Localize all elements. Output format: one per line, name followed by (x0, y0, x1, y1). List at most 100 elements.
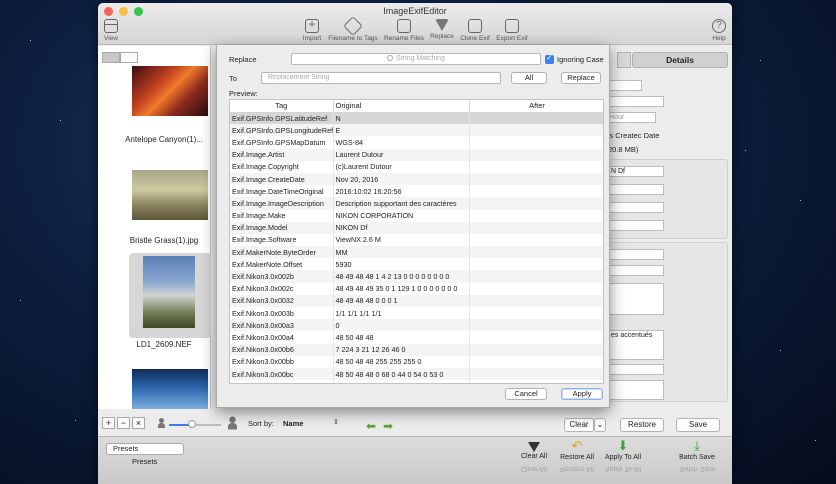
replace-button[interactable]: Replace (561, 72, 601, 84)
replace-label: Replace (229, 55, 257, 64)
help-button[interactable]: Help (710, 19, 728, 42)
search-icon (387, 55, 394, 61)
view-mode-toggle (102, 52, 138, 63)
clear-button[interactable]: Clear (564, 418, 594, 432)
restore-all-button[interactable]: ↶ Restore All (557, 439, 597, 462)
table-row[interactable]: Exif.MakerNote.Offset 5930 (230, 258, 603, 271)
previous-arrow-icon[interactable]: ⬅ (364, 420, 378, 432)
table-row[interactable]: Exif.Nikon3.0x00bd0 (230, 380, 603, 383)
cell-tag: Exif.Nikon3.0x00bc (230, 367, 334, 381)
cell-tag: Exif.Image.Make (230, 209, 334, 222)
add-button[interactable]: + (102, 417, 115, 429)
filename-to-tags-button[interactable]: Filename to Tags (326, 16, 380, 42)
thumbnail-ice[interactable] (132, 369, 208, 409)
cell-tag: Exif.MakerNote.Offset (230, 258, 334, 271)
table-row[interactable]: Exif.Nikon3.0x003b 1/1 1/1 1/1 1/1 (230, 307, 603, 320)
table-row[interactable]: Exif.Nikon3.0x00a3 0 (230, 319, 603, 332)
cell-tag: Exif.Nikon3.0x00b6 (230, 343, 334, 356)
batch-save-button[interactable]: ⤓ Batch Save (676, 438, 718, 462)
clear-all-button[interactable]: Clear All (518, 439, 550, 460)
import-button[interactable]: Import (300, 17, 324, 42)
exif-textarea-1[interactable] (608, 283, 664, 315)
column-header-after[interactable]: After (469, 100, 603, 113)
export-icon (505, 19, 519, 33)
cell-original: N (333, 112, 470, 125)
table-row[interactable]: Exif.GPSInfo.GPSMapDatum WGS-84 (230, 136, 603, 149)
replace-all-button[interactable]: All (511, 72, 547, 84)
thumbnail-bristle-grass[interactable] (132, 170, 208, 220)
presets-select[interactable]: Presets (106, 443, 184, 455)
search-input[interactable]: String Matching (291, 53, 541, 65)
table-row[interactable]: Exif.Image.Software ViewNX 2.6 M (230, 233, 603, 247)
tab-details[interactable]: Details (632, 52, 728, 68)
download-icon: ⤓ (694, 438, 700, 453)
thumbnail-antelope-canyon[interactable] (132, 66, 208, 116)
table-row[interactable]: Exif.GPSInfo.GPSLongitudeRef E (230, 124, 603, 137)
table-row[interactable]: Exif.Image.Artist Laurent Dutour (230, 148, 603, 161)
column-header-original[interactable]: Original (333, 100, 470, 113)
table-row[interactable]: Exif.Nikon3.0x002c 48 49 48 49 35 0 1 129… (230, 282, 603, 295)
table-row[interactable]: Exif.Image.DateTimeOriginal 2016:10:02 16… (230, 185, 603, 198)
column-header-tag[interactable]: Tag (230, 100, 334, 113)
exif-field-5[interactable] (608, 249, 664, 260)
cancel-button[interactable]: Cancel (505, 388, 547, 400)
replace-toolbar-button[interactable]: Replace (428, 19, 456, 40)
time-field[interactable] (606, 96, 664, 107)
clear-dropdown-icon[interactable]: ⌄ (594, 418, 606, 432)
cell-tag: Exif.Nikon3.0x00a4 (230, 331, 334, 344)
table-row[interactable]: Exif.MakerNote.ByteOrder MM (230, 246, 603, 259)
thumbnail-label: LD1_2609.NEF (136, 340, 192, 349)
list-view-icon[interactable] (120, 52, 138, 63)
thumbnail-ld1-2609[interactable] (143, 256, 195, 328)
exif-field-4[interactable] (608, 220, 664, 231)
table-row[interactable]: Exif.Nikon3.0x0032 48 49 48 48 0 0 0 1 (230, 294, 603, 307)
apply-arrow-icon: ⬇ (617, 438, 629, 453)
table-row[interactable]: Exif.Nikon3.0x00bb 48 50 48 48 255 255 25… (230, 355, 603, 368)
import-icon (305, 17, 319, 33)
clone-exif-button[interactable]: Clone Exif (458, 19, 492, 42)
save-button[interactable]: Save (676, 418, 720, 432)
description-textarea[interactable]: es accentués (608, 330, 664, 360)
replacement-input[interactable]: Replacement String (261, 72, 501, 84)
slider-knob[interactable] (188, 420, 196, 428)
table-row[interactable]: Exif.Nikon3.0x00a4 48 50 48 48 (230, 331, 603, 344)
remove-button[interactable]: − (117, 417, 130, 429)
table-row[interactable]: Exif.Image.CreateDate Nov 20, 2016 (230, 172, 603, 186)
cell-tag: Exif.Image.Copyright (230, 160, 334, 173)
table-row[interactable]: Exif.Image.Copyright (c)Laurent Dutour (230, 160, 603, 173)
preview-table: Tag Original After Exif.GPSInfo.GPSLatit… (229, 99, 604, 384)
hour-field[interactable]: Hour (606, 112, 656, 123)
table-row[interactable]: Exif.Nikon3.0x00bc 48 50 48 48 0 68 0 44 … (230, 367, 603, 381)
grid-view-icon[interactable] (102, 52, 120, 63)
tab-other[interactable] (617, 52, 631, 68)
cell-tag: Exif.Nikon3.0x002c (230, 282, 334, 295)
table-row[interactable]: Exif.GPSInfo.GPSLatitudeRef N (230, 112, 603, 125)
ignoring-case-checkbox[interactable] (545, 53, 554, 64)
next-arrow-icon[interactable]: ➡ (381, 420, 395, 432)
exif-field-2[interactable] (608, 184, 664, 195)
apply-button[interactable]: Apply (561, 388, 603, 400)
table-row[interactable]: Exif.Image.ImageDescription Description s… (230, 197, 603, 210)
table-row[interactable]: Exif.Image.Model NIKON Df (230, 221, 603, 234)
table-row[interactable]: Exif.Nikon3.0x00b6 7 224 3 21 12 26 46 0 (230, 343, 603, 356)
sort-by-select[interactable]: Name (283, 419, 303, 428)
restore-button[interactable]: Restore (620, 418, 664, 432)
exif-field-6[interactable] (608, 265, 664, 276)
model-field[interactable]: N Df (608, 166, 664, 177)
exif-field-3[interactable] (608, 202, 664, 213)
date-field[interactable] (606, 80, 642, 91)
rename-files-button[interactable]: Rename Files (382, 19, 426, 42)
export-exif-button[interactable]: Export Exif (494, 19, 530, 42)
clear-list-button[interactable]: × (132, 417, 145, 429)
apply-to-all-button[interactable]: ⬇ Apply To All (601, 438, 645, 462)
cell-original: 48 49 48 48 0 0 0 1 (333, 294, 470, 307)
rename-icon (397, 19, 411, 33)
cell-after (469, 270, 603, 283)
exif-field-8[interactable] (608, 380, 664, 400)
clone-icon (468, 19, 482, 33)
table-row[interactable]: Exif.Image.Make NIKON CORPORATION (230, 209, 603, 222)
exif-field-7[interactable] (608, 364, 664, 375)
view-button[interactable]: View (103, 19, 119, 42)
table-row[interactable]: Exif.Nikon3.0x002b 48 49 48 48 1 4 2 13 0… (230, 270, 603, 283)
small-size-icon (158, 418, 165, 428)
